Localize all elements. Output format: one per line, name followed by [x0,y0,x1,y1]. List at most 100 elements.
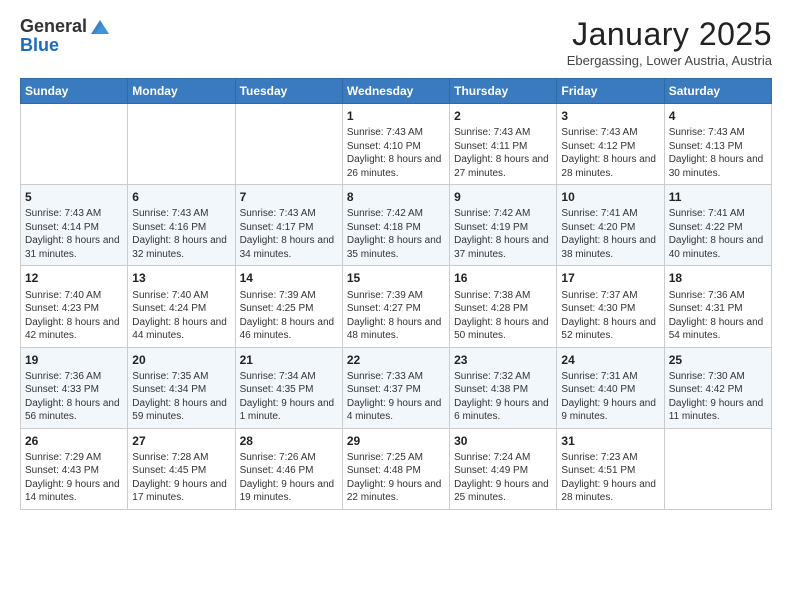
sunset-text: Sunset: 4:17 PM [240,221,338,235]
daylight-text: Daylight: 9 hours and 25 minutes. [454,478,552,505]
day-number: 29 [347,433,445,449]
week-row-2: 12Sunrise: 7:40 AMSunset: 4:23 PMDayligh… [21,266,772,347]
cell-4-6 [664,428,771,509]
day-number: 17 [561,270,659,286]
cell-2-6: 18Sunrise: 7:36 AMSunset: 4:31 PMDayligh… [664,266,771,347]
day-number: 3 [561,108,659,124]
sunrise-text: Sunrise: 7:43 AM [347,126,445,140]
daylight-text: Daylight: 8 hours and 56 minutes. [25,397,123,424]
col-friday: Friday [557,79,664,104]
daylight-text: Daylight: 8 hours and 37 minutes. [454,234,552,261]
sunset-text: Sunset: 4:51 PM [561,464,659,478]
sunset-text: Sunset: 4:35 PM [240,383,338,397]
sunset-text: Sunset: 4:34 PM [132,383,230,397]
day-number: 27 [132,433,230,449]
sunset-text: Sunset: 4:10 PM [347,140,445,154]
daylight-text: Daylight: 8 hours and 48 minutes. [347,316,445,343]
daylight-text: Daylight: 9 hours and 1 minute. [240,397,338,424]
sunset-text: Sunset: 4:16 PM [132,221,230,235]
sunset-text: Sunset: 4:48 PM [347,464,445,478]
sunrise-text: Sunrise: 7:36 AM [25,370,123,384]
day-number: 28 [240,433,338,449]
daylight-text: Daylight: 8 hours and 46 minutes. [240,316,338,343]
logo-icon [89,16,111,38]
cell-1-3: 8Sunrise: 7:42 AMSunset: 4:18 PMDaylight… [342,185,449,266]
daylight-text: Daylight: 8 hours and 42 minutes. [25,316,123,343]
day-number: 22 [347,352,445,368]
sunset-text: Sunset: 4:49 PM [454,464,552,478]
sunrise-text: Sunrise: 7:40 AM [25,289,123,303]
cell-3-3: 22Sunrise: 7:33 AMSunset: 4:37 PMDayligh… [342,347,449,428]
sunset-text: Sunset: 4:22 PM [669,221,767,235]
sunrise-text: Sunrise: 7:29 AM [25,451,123,465]
daylight-text: Daylight: 9 hours and 9 minutes. [561,397,659,424]
cell-0-6: 4Sunrise: 7:43 AMSunset: 4:13 PMDaylight… [664,104,771,185]
sunset-text: Sunset: 4:40 PM [561,383,659,397]
cell-3-4: 23Sunrise: 7:32 AMSunset: 4:38 PMDayligh… [450,347,557,428]
cell-3-6: 25Sunrise: 7:30 AMSunset: 4:42 PMDayligh… [664,347,771,428]
cell-3-5: 24 Sunrise: 7:31 AMSunset: 4:40 PMDayligh… [557,347,664,428]
sunset-text: Sunset: 4:45 PM [132,464,230,478]
daylight-text: Daylight: 8 hours and 40 minutes. [669,234,767,261]
daylight-text: Daylight: 9 hours and 4 minutes. [347,397,445,424]
day-number: 1 [347,108,445,124]
cell-2-2: 14Sunrise: 7:39 AMSunset: 4:25 PMDayligh… [235,266,342,347]
cell-3-0: 19Sunrise: 7:36 AMSunset: 4:33 PMDayligh… [21,347,128,428]
cell-2-3: 15Sunrise: 7:39 AMSunset: 4:27 PMDayligh… [342,266,449,347]
sunset-text: Sunset: 4:43 PM [25,464,123,478]
sunrise-text: Sunrise: 7:30 AM [669,370,767,384]
day-number: 21 [240,352,338,368]
cell-1-2: 7Sunrise: 7:43 AMSunset: 4:17 PMDaylight… [235,185,342,266]
col-monday: Monday [128,79,235,104]
cell-1-1: 6Sunrise: 7:43 AMSunset: 4:16 PMDaylight… [128,185,235,266]
sunset-text: Sunset: 4:11 PM [454,140,552,154]
day-number: 23 [454,352,552,368]
sunrise-text: Sunrise: 7:42 AM [347,207,445,221]
sunrise-text: Sunrise: 7:43 AM [132,207,230,221]
sunrise-text: Sunrise: 7:24 AM [454,451,552,465]
sunrise-text: Sunrise: 7:28 AM [132,451,230,465]
sunrise-text: Sunrise: 7:41 AM [669,207,767,221]
day-number: 24 [561,352,659,368]
cell-3-1: 20Sunrise: 7:35 AMSunset: 4:34 PMDayligh… [128,347,235,428]
day-number: 4 [669,108,767,124]
daylight-text: Daylight: 8 hours and 34 minutes. [240,234,338,261]
sunset-text: Sunset: 4:27 PM [347,302,445,316]
calendar-table: Sunday Monday Tuesday Wednesday Thursday… [20,78,772,510]
day-number: 10 [561,189,659,205]
daylight-text: Daylight: 9 hours and 22 minutes. [347,478,445,505]
sunrise-text: Sunrise: 7:42 AM [454,207,552,221]
day-number: 2 [454,108,552,124]
daylight-text: Daylight: 8 hours and 32 minutes. [132,234,230,261]
header: General Blue January 2025 Ebergassing, L… [20,16,772,68]
daylight-text: Daylight: 8 hours and 27 minutes. [454,153,552,180]
sunrise-text: Sunrise: 7:43 AM [240,207,338,221]
daylight-text: Daylight: 8 hours and 59 minutes. [132,397,230,424]
day-number: 5 [25,189,123,205]
cell-4-2: 28Sunrise: 7:26 AMSunset: 4:46 PMDayligh… [235,428,342,509]
col-thursday: Thursday [450,79,557,104]
day-number: 12 [25,270,123,286]
calendar-header-row: Sunday Monday Tuesday Wednesday Thursday… [21,79,772,104]
cell-1-5: 10Sunrise: 7:41 AMSunset: 4:20 PMDayligh… [557,185,664,266]
col-saturday: Saturday [664,79,771,104]
day-number: 9 [454,189,552,205]
sunset-text: Sunset: 4:37 PM [347,383,445,397]
sunrise-text: Sunrise: 7:32 AM [454,370,552,384]
col-sunday: Sunday [21,79,128,104]
sunrise-text: Sunrise: 7:25 AM [347,451,445,465]
week-row-4: 26Sunrise: 7:29 AMSunset: 4:43 PMDayligh… [21,428,772,509]
sunrise-text: Sunrise: 7:43 AM [561,126,659,140]
sunrise-text: Sunrise: 7:36 AM [669,289,767,303]
logo-general: General [20,17,87,37]
cell-0-5: 3Sunrise: 7:43 AMSunset: 4:12 PMDaylight… [557,104,664,185]
sunrise-text: Sunrise: 7:35 AM [132,370,230,384]
sunrise-text: Sunrise: 7:31 AM [561,370,659,384]
page: General Blue January 2025 Ebergassing, L… [0,0,792,612]
daylight-text: Daylight: 8 hours and 26 minutes. [347,153,445,180]
cell-4-3: 29 Sunrise: 7:25 AMSunset: 4:48 PMDayligh… [342,428,449,509]
daylight-text: Daylight: 8 hours and 44 minutes. [132,316,230,343]
day-number: 25 [669,352,767,368]
cell-0-3: 1 Sunrise: 7:43 AMSunset: 4:10 PMDaylight… [342,104,449,185]
sunrise-text: Sunrise: 7:43 AM [454,126,552,140]
